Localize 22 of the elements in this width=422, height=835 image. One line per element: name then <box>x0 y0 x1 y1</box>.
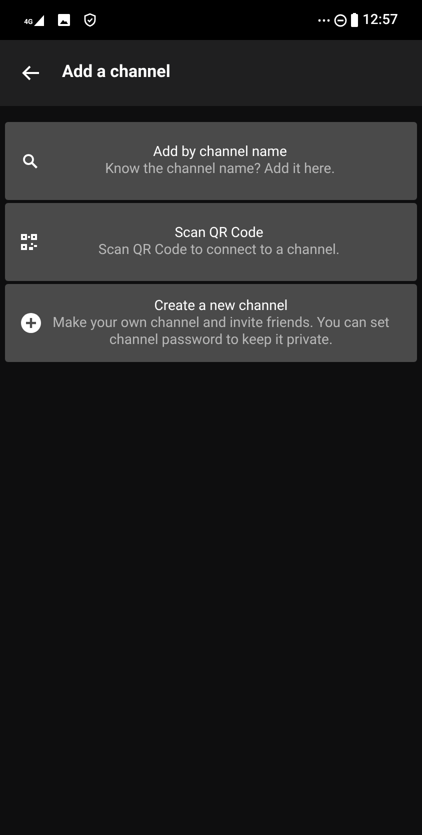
option-description: Scan QR Code to connect to a channel. <box>98 242 340 259</box>
qr-code-icon <box>21 234 37 250</box>
back-button[interactable] <box>22 65 40 81</box>
more-dots-icon <box>318 18 330 22</box>
option-title: Scan QR Code <box>174 225 264 242</box>
shield-icon <box>84 13 96 27</box>
signal-icon <box>34 14 44 26</box>
image-icon <box>58 14 70 26</box>
add-circle-icon <box>21 313 41 333</box>
battery-icon <box>351 13 358 27</box>
option-title: Create a new channel <box>154 298 288 314</box>
screen-title: Add a channel <box>62 61 170 84</box>
option-card[interactable]: Create a new channel Make your own channel and invite friends. You can set channel password to keep it private. <box>5 284 417 362</box>
option-card[interactable]: Add by channel name Know the channel name? Add it here. <box>5 122 417 200</box>
option-card[interactable]: Scan QR Code Scan QR Code to connect to a channel. <box>5 203 417 281</box>
clock-time: 12:57 <box>362 10 398 30</box>
back-arrow-icon <box>22 65 40 81</box>
do-not-disturb-icon <box>334 14 348 26</box>
search-icon <box>21 152 39 170</box>
option-description: Know the channel name? Add it here. <box>105 161 335 178</box>
option-title: Add by channel name <box>153 144 287 161</box>
option-description: Make your own channel and invite friends. You can set channel password to keep it private. <box>52 314 390 348</box>
